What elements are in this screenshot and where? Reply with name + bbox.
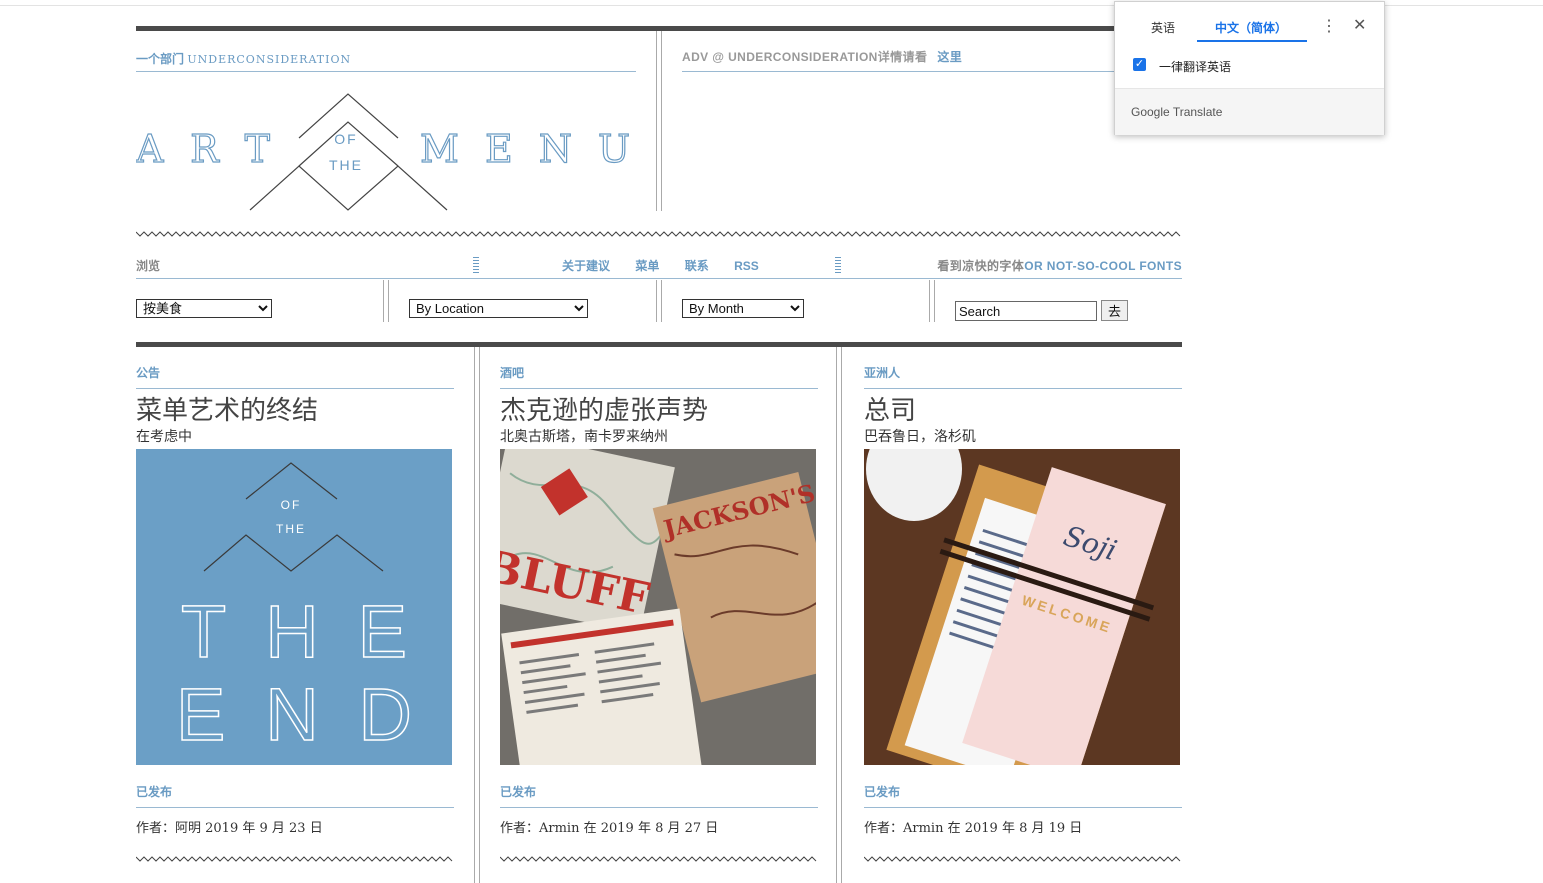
dept-brand-link[interactable]: UNDERCONSIDERATION — [187, 53, 351, 66]
logo-menu: MENU — [420, 127, 636, 171]
nav-divider-3 — [929, 280, 930, 322]
dept-prefix: 一个部门 — [136, 52, 185, 66]
active-tab-underline — [1197, 40, 1307, 42]
published-label: 已发布 — [864, 785, 901, 799]
post-category-rule — [864, 388, 1182, 389]
published-rule — [136, 807, 454, 808]
nav-divider-3b — [934, 280, 935, 322]
adv-line: ADV @ UNDERCONSIDERATION详情请看 这里 — [682, 48, 962, 65]
fonts-prefix: 看到凉快的字体 — [937, 259, 1025, 273]
close-icon[interactable]: ✕ — [1353, 15, 1366, 35]
published-rule — [500, 807, 818, 808]
thumb-of: OF — [281, 498, 302, 512]
content-top-bar — [136, 342, 1182, 347]
thumb-end-big: END — [176, 673, 412, 756]
department-line[interactable]: 一个部门 UNDERCONSIDERATION — [136, 50, 351, 67]
column-divider-1 — [474, 347, 475, 883]
post-card: 酒吧 杰克逊的虚张声势 北奥古斯塔，南卡罗来纳州 BLUFF JACKSON'S — [500, 364, 818, 836]
always-translate-label[interactable]: 一律翻译英语 — [1159, 58, 1231, 75]
header-divider-2 — [661, 31, 662, 211]
fonts-link[interactable]: 看到凉快的字体OR NOT-SO-COOL FONTS — [937, 257, 1182, 274]
adv-rule — [682, 71, 1182, 72]
nav-links: 关于建议 菜单 联系 RSS — [562, 257, 781, 274]
post-category-rule — [136, 388, 454, 389]
post-subtitle: 北奥古斯塔，南卡罗来纳州 — [500, 428, 668, 444]
post-category-rule — [500, 388, 818, 389]
tab-target-language[interactable]: 中文（简体） — [1215, 19, 1287, 36]
nav-divider-2 — [656, 280, 657, 322]
post-category[interactable]: 公告 — [136, 364, 454, 381]
zigzag-divider-post-1 — [136, 856, 453, 862]
post-thumbnail[interactable]: Soji WELCOME — [864, 449, 1180, 765]
nav-menus-link[interactable]: 菜单 — [635, 259, 659, 273]
published-label: 已发布 — [500, 785, 537, 799]
post-card: 亚洲人 总司 巴吞鲁日，洛杉矶 Soji WELCOME 已发布 作者：Armi… — [864, 364, 1182, 836]
nav-rss-link[interactable]: RSS — [734, 259, 759, 273]
month-select[interactable]: By Month — [682, 299, 804, 318]
art-of-the-menu-logo[interactable]: ART OF THE MENU — [136, 92, 636, 214]
nav-contact-link[interactable]: 联系 — [685, 259, 709, 273]
post-thumbnail[interactable]: OF THE THE END — [136, 449, 452, 765]
search-input[interactable] — [955, 301, 1097, 321]
thumb-the-big: THE — [181, 590, 407, 673]
column-divider-2 — [836, 347, 837, 883]
location-select[interactable]: By Location — [409, 299, 588, 318]
dept-rule — [136, 71, 636, 72]
nav-about-link[interactable]: 关于建议 — [562, 259, 610, 273]
zigzag-divider-post-2 — [500, 856, 817, 862]
logo-art: ART — [136, 127, 276, 171]
published-label: 已发布 — [136, 785, 173, 799]
post-card: 公告 菜单艺术的终结 在考虑中 OF THE THE END 已发布 作者：阿明… — [136, 364, 454, 836]
nav-divider-1b — [388, 280, 389, 322]
post-byline: 作者：阿明 2019 年 9 月 23 日 — [136, 821, 323, 836]
nav-dots-right — [835, 257, 841, 275]
post-thumbnail[interactable]: BLUFF JACKSON'S — [500, 449, 816, 765]
more-options-icon[interactable]: ⋮ — [1321, 16, 1337, 36]
zigzag-divider-post-3 — [864, 856, 1181, 862]
logo-the: THE — [329, 157, 363, 173]
post-subtitle: 巴吞鲁日，洛杉矶 — [864, 428, 976, 444]
adv-here-link[interactable]: 这里 — [937, 50, 962, 64]
fonts-suffix: OR NOT-SO-COOL FONTS — [1024, 259, 1182, 273]
post-title[interactable]: 总司 — [864, 394, 1182, 426]
browse-label: 浏览 — [136, 259, 161, 273]
page-content: 一个部门 UNDERCONSIDERATION ART OF THE MENU … — [136, 0, 1182, 883]
search-go-button[interactable]: 去 — [1101, 300, 1129, 321]
nav-rule — [136, 278, 1182, 279]
always-translate-checkbox[interactable]: ✓ — [1133, 58, 1146, 71]
post-category[interactable]: 亚洲人 — [864, 364, 1182, 381]
column-divider-1b — [479, 347, 480, 883]
translate-popup: 英语 中文（简体） ⋮ ✕ ✓ 一律翻译英语 Google Translate — [1114, 1, 1385, 135]
cuisine-select[interactable]: 按美食 — [136, 299, 272, 318]
published-rule — [864, 807, 1182, 808]
adv-text: ADV @ UNDERCONSIDERATION详情请看 — [682, 50, 928, 64]
tab-source-language[interactable]: 英语 — [1151, 19, 1175, 36]
zigzag-divider-header — [136, 231, 1181, 237]
translate-footer: Google Translate — [1115, 88, 1384, 135]
google-translate-brand: Google Translate — [1131, 105, 1222, 119]
header-top-bar — [136, 26, 1182, 31]
post-title[interactable]: 菜单艺术的终结 — [136, 394, 454, 426]
post-title[interactable]: 杰克逊的虚张声势 — [500, 394, 818, 426]
nav-divider-2b — [661, 280, 662, 322]
post-byline: 作者：Armin 在 2019 年 8 月 19 日 — [864, 821, 1083, 836]
thumb-the-small: THE — [276, 522, 306, 536]
nav-dots-left — [473, 257, 479, 275]
column-divider-2b — [841, 347, 842, 883]
logo-of: OF — [334, 131, 357, 147]
brand-translate: Translate — [1172, 105, 1223, 119]
nav-divider-1 — [383, 280, 384, 322]
header-divider — [656, 31, 657, 211]
brand-google: Google — [1131, 105, 1170, 119]
post-subtitle: 在考虑中 — [136, 428, 192, 444]
post-category[interactable]: 酒吧 — [500, 364, 818, 381]
post-byline: 作者：Armin 在 2019 年 8 月 27 日 — [500, 821, 719, 836]
